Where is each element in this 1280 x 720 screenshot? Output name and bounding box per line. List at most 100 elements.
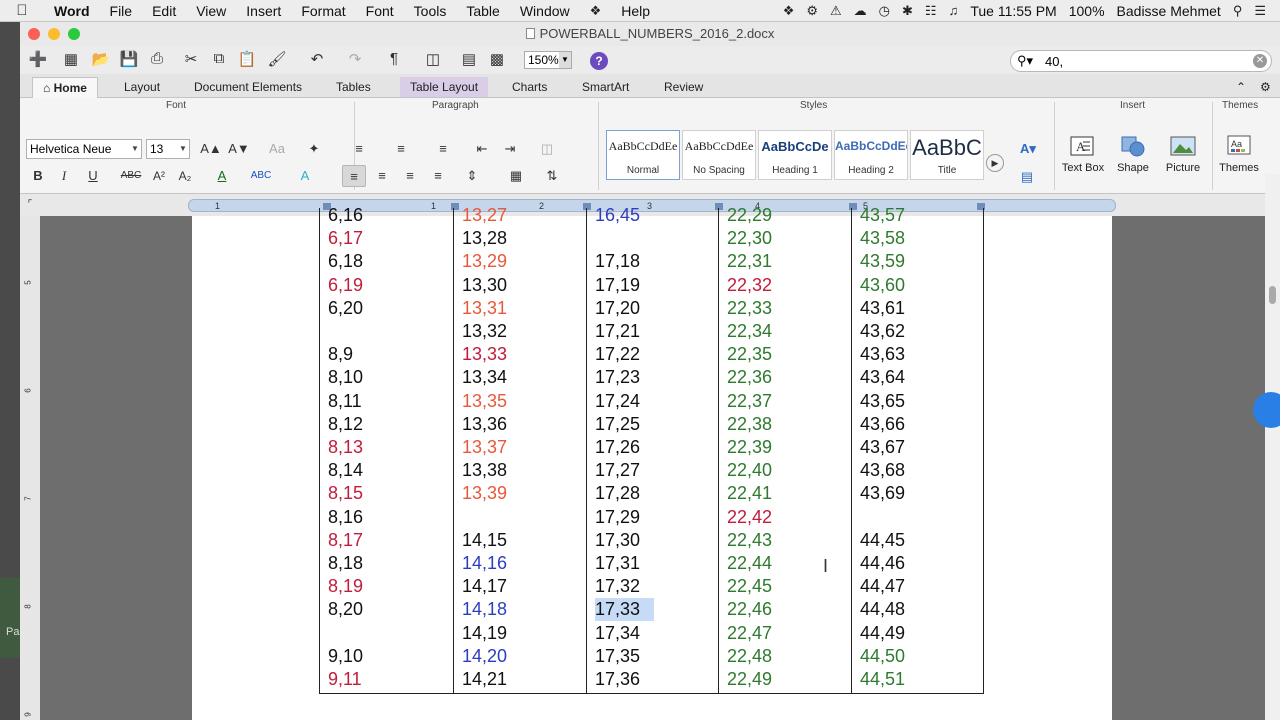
table-cell[interactable]: 44,48 (860, 598, 905, 621)
grow-font-icon[interactable]: A▲ (200, 138, 222, 160)
table-cell[interactable]: 22,34 (727, 320, 772, 343)
table-cell[interactable]: 13,39 (462, 482, 507, 505)
menu-format[interactable]: Format (291, 3, 355, 19)
clear-formatting-icon[interactable]: ✦ (302, 138, 326, 160)
align-left-button[interactable]: ≡ (342, 165, 366, 187)
template-gallery-icon[interactable]: ▦ (60, 50, 82, 70)
tab-document-elements[interactable]: Document Elements (184, 77, 312, 97)
table-cell[interactable]: 43,61 (860, 297, 905, 320)
sort-icon[interactable]: ⇅ (540, 165, 564, 187)
table-cell[interactable]: 43,66 (860, 413, 905, 436)
table-cell[interactable]: 14,21 (462, 668, 507, 691)
table-cell[interactable]: 14,19 (462, 622, 507, 645)
new-document-icon[interactable]: ➕ (24, 50, 52, 70)
table-cell[interactable]: 17,36 (595, 668, 640, 691)
table-cell[interactable]: 43,67 (860, 436, 905, 459)
vertical-ruler[interactable]: 5 6 7 8 9 (20, 216, 40, 720)
vertical-scrollbar[interactable] (1265, 174, 1280, 720)
menu-tools[interactable]: Tools (404, 3, 457, 19)
tab-review[interactable]: Review (654, 77, 713, 97)
align-center-button[interactable]: ≡ (370, 165, 394, 187)
save-icon[interactable]: 💾 (118, 50, 140, 70)
table-cell[interactable]: 17,33 (595, 598, 655, 622)
table-cell[interactable]: 17,21 (595, 320, 640, 343)
table-cell[interactable]: 13,37 (462, 436, 507, 459)
increase-indent-icon[interactable]: ⇥ (498, 138, 522, 160)
numbering-icon[interactable]: ≡ (384, 138, 418, 160)
table-cell[interactable]: 43,64 (860, 366, 905, 389)
numbers-table[interactable]: 6,16 6,17 6,18 6,19 6,20 8,9 8,10 8,11 8,12 8,13 8… (319, 205, 984, 694)
format-painter-icon[interactable]: 🖌 (266, 50, 288, 70)
table-cell[interactable]: 17,27 (595, 459, 640, 482)
table-cell[interactable]: 6,20 (328, 297, 363, 320)
themes-button[interactable]: Aa Themes (1214, 134, 1264, 174)
clear-search-icon[interactable]: ✕ (1253, 54, 1267, 68)
user-name[interactable]: Badisse Mehmet (1111, 3, 1227, 19)
table-cell[interactable]: 43,63 (860, 343, 905, 366)
table-cell[interactable]: 22,45 (727, 575, 772, 598)
table-cell[interactable]: 22,37 (727, 390, 772, 413)
table-cell[interactable]: 17,29 (595, 506, 640, 529)
table-cell[interactable]: 43,59 (860, 250, 905, 273)
table-cell[interactable]: 13,30 (462, 274, 507, 297)
borders-icon[interactable]: ▦ (500, 165, 532, 187)
menu-edit[interactable]: Edit (142, 3, 186, 19)
table-cell[interactable]: 22,49 (727, 668, 772, 691)
menu-view[interactable]: View (186, 3, 236, 19)
table-cell[interactable]: 13,27 (462, 204, 507, 227)
table-cell[interactable]: 43,60 (860, 274, 905, 297)
table-cell[interactable]: 6,17 (328, 227, 363, 250)
table-cell[interactable]: 9,11 (328, 668, 362, 691)
subscript-button[interactable]: A₂ (174, 165, 196, 187)
cut-icon[interactable]: ✂ (180, 50, 202, 70)
table-cell[interactable]: 13,33 (462, 343, 507, 366)
text-box-button[interactable]: A Text Box (1058, 134, 1108, 174)
font-size-select[interactable]: 13 ▼ (146, 139, 190, 159)
shrink-font-icon[interactable]: A▼ (228, 138, 250, 160)
bluetooth-icon[interactable]: ✱ (896, 3, 919, 19)
ribbon-settings-icon[interactable]: ⚙ (1250, 77, 1280, 97)
table-cell[interactable]: 22,36 (727, 366, 772, 389)
style-heading-1[interactable]: AaBbCcDe Heading 1 (758, 130, 832, 180)
script-icon[interactable]: ❖ (580, 3, 612, 19)
font-name-select[interactable]: Helvetica Neue ▼ (26, 139, 142, 159)
copy-icon[interactable]: ⧉ (208, 50, 230, 70)
strikethrough-button[interactable]: ABC (118, 165, 144, 187)
table-cell[interactable]: 22,46 (727, 598, 772, 621)
style-gallery-icon[interactable]: ▤ (1016, 166, 1038, 188)
table-column[interactable]: 13,27 13,28 13,29 13,30 13,31 13,32 13,33 13,34… (453, 205, 586, 693)
menu-help[interactable]: Help (611, 3, 660, 19)
align-right-button[interactable]: ≡ (398, 165, 422, 187)
open-icon[interactable]: 📂 (90, 50, 112, 70)
document-page[interactable]: 6,16 6,17 6,18 6,19 6,20 8,9 8,10 8,11 8,12 8,13 8… (192, 205, 1112, 720)
justify-button[interactable]: ≡ (426, 165, 450, 187)
table-cell[interactable]: 22,30 (727, 227, 772, 250)
table-cell[interactable]: 8,17 (328, 529, 363, 552)
multilevel-list-icon[interactable]: ≡ (426, 138, 460, 160)
volume-icon[interactable]: ♫ (943, 3, 965, 18)
show-paragraph-marks-icon[interactable]: ¶ (384, 50, 404, 70)
search-input[interactable] (1045, 54, 1245, 69)
table-cell[interactable]: 44,46 (860, 552, 905, 575)
tab-smartart[interactable]: SmartArt (572, 77, 639, 97)
tab-tables[interactable]: Tables (326, 77, 381, 97)
table-cell[interactable]: 8,9 (328, 343, 353, 366)
table-cell[interactable]: 14,17 (462, 575, 507, 598)
table-cell[interactable]: 17,23 (595, 366, 640, 389)
wifi-icon[interactable]: ☷ (919, 3, 943, 19)
table-cell[interactable]: 22,43 (727, 529, 772, 552)
cloud-icon[interactable]: ☁ (848, 3, 873, 19)
table-cell[interactable]: 8,18 (328, 552, 363, 575)
highlight-icon[interactable]: ABC (246, 165, 276, 187)
toolbox-icon[interactable]: ▩ (486, 50, 508, 70)
table-cell[interactable]: 17,20 (595, 297, 640, 320)
table-cell[interactable]: 8,14 (328, 459, 363, 482)
notification-center-icon[interactable]: ☰ (1248, 3, 1272, 19)
table-cell[interactable]: 17,28 (595, 482, 640, 505)
bullets-icon[interactable]: ≡ (342, 138, 376, 160)
table-cell[interactable]: 17,30 (595, 529, 640, 552)
table-cell[interactable]: 17,18 (595, 250, 640, 273)
table-cell[interactable]: 43,62 (860, 320, 905, 343)
table-cell[interactable]: 17,35 (595, 645, 640, 668)
sync-icon[interactable]: ⚙ (800, 3, 824, 19)
